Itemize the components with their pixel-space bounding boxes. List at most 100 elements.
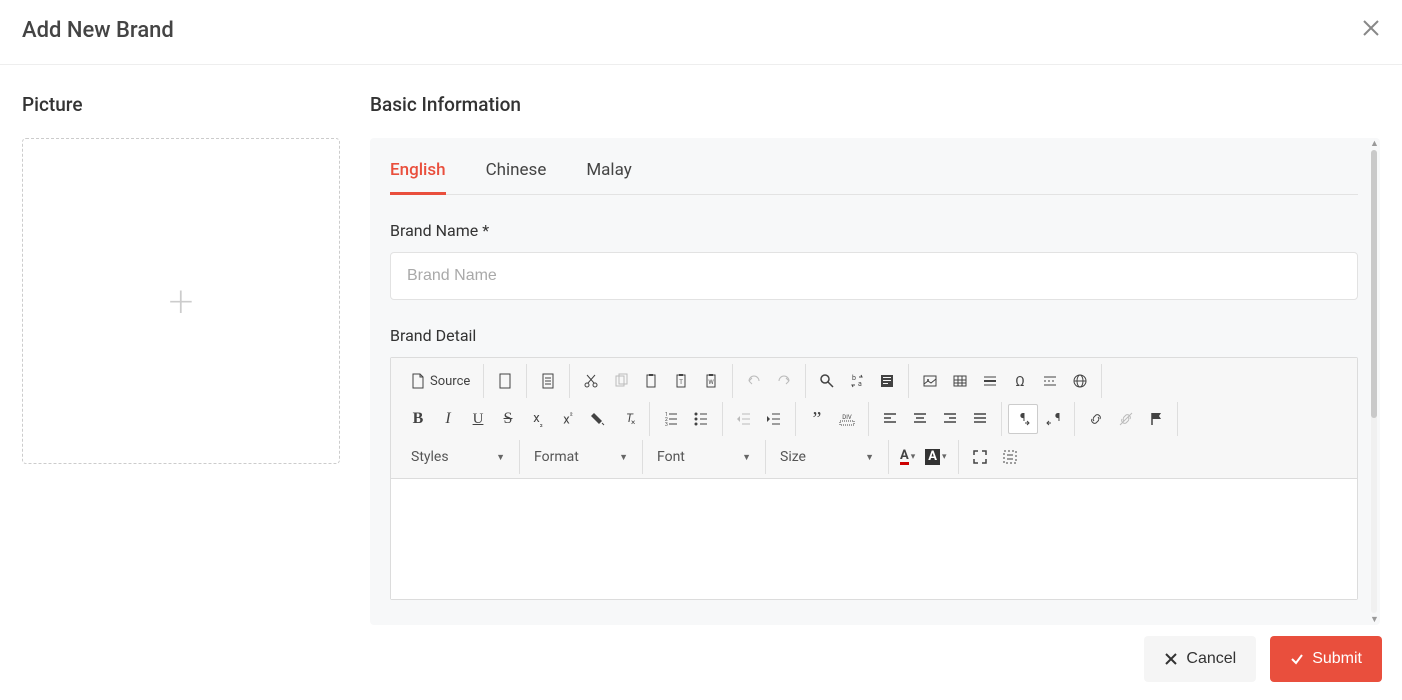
brand-name-input[interactable] xyxy=(390,252,1358,300)
editor-pagebreak-button[interactable] xyxy=(1035,366,1065,396)
editor-styles-select[interactable]: Styles▼ xyxy=(403,442,513,472)
tab-malay[interactable]: Malay xyxy=(586,158,631,195)
caret-icon: ▾ xyxy=(942,452,947,462)
editor-rtl-button[interactable]: ¶ xyxy=(1038,404,1068,434)
editor-find-button[interactable] xyxy=(812,366,842,396)
editor-bg-color-button[interactable]: A▾ xyxy=(920,442,951,472)
editor-text-color-button[interactable]: A▾ xyxy=(895,442,920,472)
editor-anchor-button[interactable] xyxy=(1141,404,1171,434)
svg-text:3: 3 xyxy=(665,422,668,427)
svg-text:Ω: Ω xyxy=(1016,374,1025,389)
editor-new-page-button[interactable] xyxy=(490,366,520,396)
editor-link-button[interactable] xyxy=(1081,404,1111,434)
editor-align-justify-button[interactable] xyxy=(965,404,995,434)
svg-text:×: × xyxy=(631,418,635,427)
globe-icon xyxy=(1072,373,1088,389)
editor-ltr-button[interactable]: ¶ xyxy=(1008,404,1038,434)
brand-name-label: Brand Name * xyxy=(390,221,1358,240)
editor-copy-button[interactable] xyxy=(606,366,636,396)
editor-paste-button[interactable] xyxy=(636,366,666,396)
hr-icon xyxy=(982,373,998,389)
editor-indent-button[interactable] xyxy=(759,404,789,434)
editor-maximize-button[interactable] xyxy=(965,442,995,472)
copy-icon xyxy=(613,373,629,389)
caret-icon: ▾ xyxy=(911,452,916,462)
editor-format-select[interactable]: Format▼ xyxy=(526,442,636,472)
editor-table-button[interactable] xyxy=(945,366,975,396)
editor-templates-button[interactable] xyxy=(533,366,563,396)
close-icon xyxy=(1362,19,1380,37)
undo-icon xyxy=(746,373,762,389)
ltr-icon: ¶ xyxy=(1015,411,1031,427)
svg-text:W: W xyxy=(709,379,715,386)
editor-content-area[interactable] xyxy=(391,479,1357,599)
svg-text:¶: ¶ xyxy=(1020,411,1025,424)
align-right-icon xyxy=(942,411,958,427)
editor-numberlist-button[interactable]: 123 xyxy=(656,404,686,434)
editor-specialchar-button[interactable]: Ω xyxy=(1005,366,1035,396)
editor-subscript-button[interactable]: x₂ xyxy=(523,404,553,434)
editor-italic-button[interactable]: I xyxy=(433,404,463,434)
tab-chinese[interactable]: Chinese xyxy=(486,158,547,195)
editor-undo-button[interactable] xyxy=(739,366,769,396)
editor-unlink-button[interactable] xyxy=(1111,404,1141,434)
div-icon: DIV xyxy=(839,411,855,427)
picture-upload-box[interactable]: + xyxy=(22,138,340,464)
editor-removeformat-button[interactable]: T× xyxy=(613,404,643,434)
caret-icon: ▼ xyxy=(865,452,874,463)
editor-image-button[interactable] xyxy=(915,366,945,396)
editor-paste-text-button[interactable]: T xyxy=(666,366,696,396)
editor-size-select[interactable]: Size▼ xyxy=(772,442,882,472)
search-icon xyxy=(819,373,835,389)
editor-showblocks-button[interactable] xyxy=(995,442,1025,472)
rtl-icon: ¶ xyxy=(1045,411,1061,427)
editor-underline-button[interactable]: U xyxy=(463,404,493,434)
editor-paste-word-button[interactable]: W xyxy=(696,366,726,396)
editor-iframe-button[interactable] xyxy=(1065,366,1095,396)
editor-copyformat-button[interactable] xyxy=(583,404,613,434)
submit-button[interactable]: Submit xyxy=(1270,636,1382,682)
source-icon xyxy=(410,373,426,389)
editor-align-right-button[interactable] xyxy=(935,404,965,434)
outdent-icon xyxy=(736,411,752,427)
language-tabs: English Chinese Malay xyxy=(390,158,1358,195)
svg-text:a: a xyxy=(858,380,862,388)
editor-bold-button[interactable]: B xyxy=(403,404,433,434)
pagebreak-icon xyxy=(1042,373,1058,389)
brand-detail-label: Brand Detail xyxy=(390,326,1358,345)
editor-selectall-button[interactable] xyxy=(872,366,902,396)
tab-english[interactable]: English xyxy=(390,158,446,195)
selectall-icon xyxy=(879,373,895,389)
removeformat-icon: T× xyxy=(620,411,636,427)
editor-bulletlist-button[interactable] xyxy=(686,404,716,434)
x-icon xyxy=(1164,652,1178,666)
scroll-thumb[interactable] xyxy=(1371,150,1377,418)
editor-replace-button[interactable]: ba xyxy=(842,366,872,396)
editor-hr-button[interactable] xyxy=(975,366,1005,396)
image-icon xyxy=(922,373,938,389)
editor-align-center-button[interactable] xyxy=(905,404,935,434)
ol-icon: 123 xyxy=(663,411,679,427)
editor-superscript-button[interactable]: x² xyxy=(553,404,583,434)
editor-blockquote-button[interactable]: ” xyxy=(802,404,832,434)
close-button[interactable] xyxy=(1362,16,1380,44)
editor-font-select[interactable]: Font▼ xyxy=(649,442,759,472)
editor-outdent-button[interactable] xyxy=(729,404,759,434)
maximize-icon xyxy=(972,449,988,465)
paste-text-icon: T xyxy=(673,373,689,389)
check-icon xyxy=(1290,652,1304,666)
panel-scrollbar[interactable]: ▲ ▼ xyxy=(1368,138,1380,625)
svg-text:DIV: DIV xyxy=(842,414,852,421)
editor-div-button[interactable]: DIV xyxy=(832,404,862,434)
caret-icon: ▼ xyxy=(619,452,628,463)
table-icon xyxy=(952,373,968,389)
editor-cut-button[interactable] xyxy=(576,366,606,396)
editor-strike-button[interactable]: S xyxy=(493,404,523,434)
basic-info-panel: English Chinese Malay Brand Name * Brand… xyxy=(370,138,1380,625)
picture-section-title: Picture xyxy=(22,93,342,116)
editor-align-left-button[interactable] xyxy=(875,404,905,434)
editor-source-button[interactable]: Source xyxy=(403,366,477,396)
modal-title: Add New Brand xyxy=(22,18,174,43)
editor-redo-button[interactable] xyxy=(769,366,799,396)
cancel-button[interactable]: Cancel xyxy=(1144,636,1256,682)
